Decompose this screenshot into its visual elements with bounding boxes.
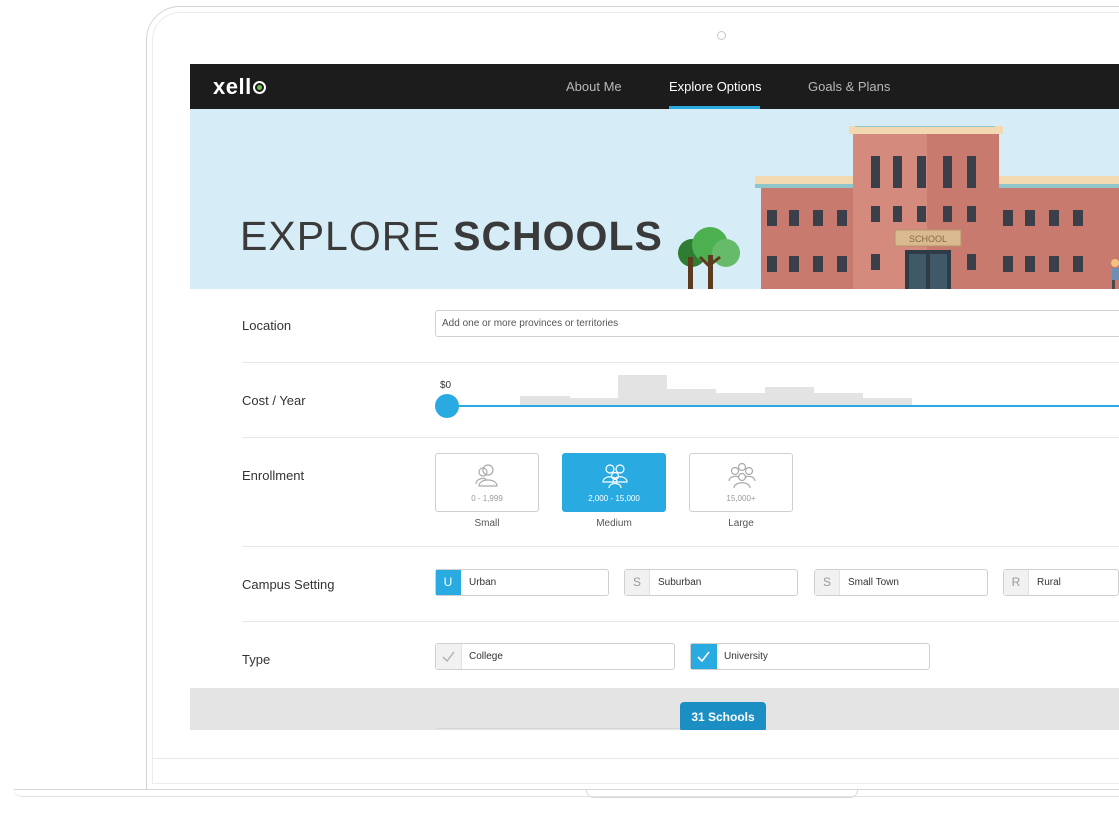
type-option-university[interactable]: University bbox=[690, 643, 930, 670]
enrollment-size-label: Large bbox=[728, 518, 754, 529]
nav-goals-plans[interactable]: Goals & Plans bbox=[808, 79, 890, 94]
campus-option-small-town[interactable]: S Small Town bbox=[814, 569, 988, 596]
enrollment-option-medium[interactable]: 2,000 - 15,000 bbox=[562, 453, 666, 512]
cost-histogram-bar bbox=[618, 375, 667, 405]
app-screen: xell About Me Explore Options Goals & Pl… bbox=[190, 64, 1119, 730]
school-building-illustration-icon: SCHOOL bbox=[755, 126, 1119, 289]
campus-option-urban[interactable]: U Urban bbox=[435, 569, 609, 596]
type-label: Type bbox=[242, 652, 271, 667]
camera-icon bbox=[717, 31, 726, 40]
campus-option-suburban[interactable]: S Suburban bbox=[624, 569, 798, 596]
row-divider bbox=[242, 621, 1119, 622]
enrollment-size-label: Small bbox=[474, 518, 500, 529]
location-input[interactable]: Add one or more provinces or territories bbox=[435, 310, 1119, 337]
type-option-label: University bbox=[724, 651, 768, 662]
enrollment-option-large[interactable]: 15,000+ bbox=[689, 453, 793, 512]
cost-histogram-bar bbox=[520, 396, 570, 405]
enrollment-range: 15,000+ bbox=[726, 494, 756, 503]
laptop-notch bbox=[586, 790, 858, 798]
group-people-icon bbox=[602, 464, 628, 488]
campus-letter: S bbox=[625, 570, 650, 595]
cost-histogram-bar bbox=[814, 393, 863, 405]
check-icon bbox=[442, 651, 455, 662]
logo-o-icon bbox=[252, 81, 266, 94]
enrollment-size-label: Medium bbox=[596, 518, 632, 529]
hero-banner: EXPLORE SCHOOLS SCHOOL bbox=[190, 109, 1119, 289]
single-person-icon bbox=[475, 464, 498, 487]
cost-histogram-bar bbox=[765, 387, 814, 405]
cost-histogram-bar bbox=[667, 389, 716, 405]
location-label: Location bbox=[242, 318, 292, 333]
enrollment-label: Enrollment bbox=[242, 468, 305, 483]
laptop-base bbox=[14, 789, 1119, 797]
campus-option-label: Suburban bbox=[658, 577, 702, 588]
top-navigation-bar: xell About Me Explore Options Goals & Pl… bbox=[190, 64, 1119, 109]
checkbox[interactable] bbox=[436, 644, 462, 669]
crowd-people-icon bbox=[728, 462, 756, 488]
cost-label: Cost / Year bbox=[242, 393, 306, 408]
nav-about-me[interactable]: About Me bbox=[566, 79, 622, 94]
campus-letter: S bbox=[815, 570, 840, 595]
campus-option-label: Small Town bbox=[848, 577, 899, 588]
nav-explore-options[interactable]: Explore Options bbox=[669, 79, 762, 94]
row-divider bbox=[242, 546, 1119, 547]
type-option-college[interactable]: College bbox=[435, 643, 675, 670]
laptop-chin bbox=[152, 758, 1119, 759]
school-sign: SCHOOL bbox=[909, 234, 947, 244]
view-schools-button[interactable]: 31 Schools bbox=[680, 702, 766, 730]
student-figure-icon bbox=[1111, 259, 1119, 289]
enrollment-range: 0 - 1,999 bbox=[471, 494, 503, 503]
type-option-label: College bbox=[469, 651, 503, 662]
cost-min-value: $0 bbox=[440, 380, 452, 391]
campus-letter: R bbox=[1004, 570, 1029, 595]
enrollment-option-small[interactable]: 0 - 1,999 bbox=[435, 453, 539, 512]
check-icon bbox=[697, 651, 710, 662]
cost-histogram-bar bbox=[716, 393, 765, 405]
page-title: EXPLORE SCHOOLS bbox=[240, 213, 663, 259]
campus-setting-label: Campus Setting bbox=[242, 577, 335, 592]
row-divider bbox=[242, 437, 1119, 438]
cost-histogram-bar bbox=[863, 398, 912, 405]
enrollment-range: 2,000 - 15,000 bbox=[588, 494, 640, 503]
campus-letter: U bbox=[436, 570, 461, 595]
xello-logo[interactable]: xell bbox=[213, 74, 266, 100]
tree-illustration-icon bbox=[678, 227, 740, 289]
cost-histogram-bar bbox=[570, 398, 618, 405]
cost-slider-track[interactable] bbox=[447, 405, 1119, 407]
campus-option-label: Urban bbox=[469, 577, 497, 588]
row-divider bbox=[242, 362, 1119, 363]
campus-option-label: Rural bbox=[1037, 577, 1061, 588]
checkbox[interactable] bbox=[691, 644, 717, 669]
results-overlay bbox=[190, 688, 1119, 730]
cost-slider-handle[interactable] bbox=[435, 394, 459, 418]
campus-option-rural[interactable]: R Rural bbox=[1003, 569, 1119, 596]
